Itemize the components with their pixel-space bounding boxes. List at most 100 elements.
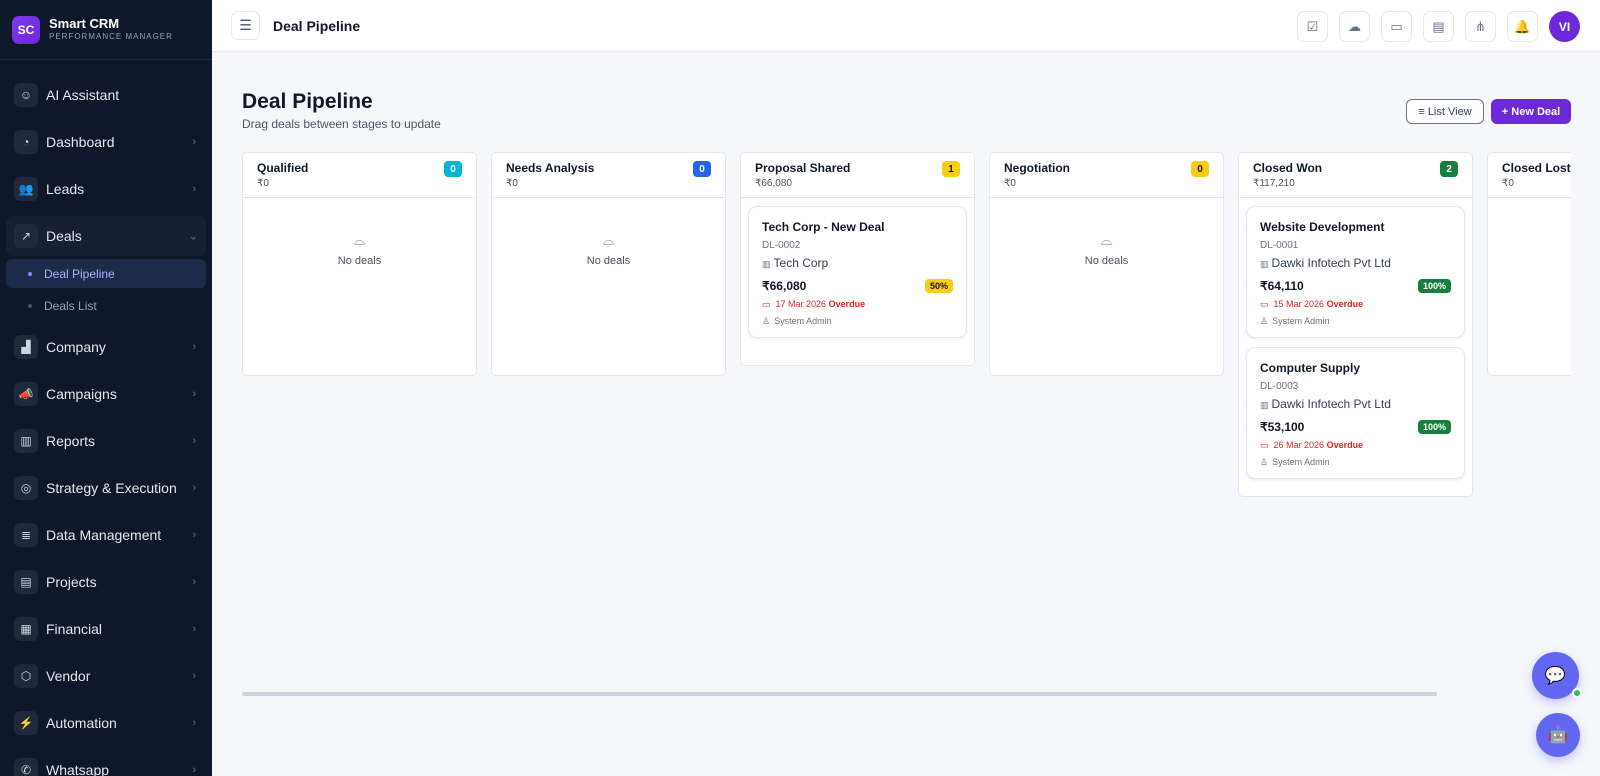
deal-id: DL-0003 — [1260, 381, 1299, 392]
deal-owner: ♙ System Admin — [1260, 457, 1451, 468]
chevron-down-icon: ⌄ — [188, 230, 198, 243]
stage-column[interactable]: Closed Lost ₹0 ⌓No deals — [1487, 152, 1571, 376]
deal-owner-name: System Admin — [774, 316, 832, 326]
list-view-button[interactable]: ≡ List View — [1406, 99, 1484, 124]
stage-drop-zone[interactable]: Website Development DL-0001 ▥ Dawki Infotec… — [1239, 198, 1472, 496]
deal-close-date: ▭ 15 Mar 2026 Overdue — [1260, 299, 1451, 310]
chat-fab-button[interactable]: 💬 — [1532, 652, 1582, 699]
deal-owner: ♙ System Admin — [762, 316, 953, 327]
stage-drop-zone[interactable]: ⌓No deals — [243, 198, 476, 375]
sidebar-item-automation[interactable]: ⚡ Automation › — [0, 699, 212, 746]
empty-state: ⌓ No deals — [997, 206, 1216, 367]
sidebar-item-label: Projects — [46, 573, 97, 590]
gauge-icon: ◔ — [14, 129, 38, 154]
stage-drop-zone[interactable]: Tech Corp - New Deal DL-0002 ▥ Tech Corp ₹66… — [741, 198, 974, 355]
building-icon: ▟ — [14, 334, 38, 359]
stage-drop-zone[interactable]: ⌓ No deals — [492, 198, 725, 375]
stage-column[interactable]: Closed Won ₹117,210 2 Website Development DL… — [1238, 152, 1473, 497]
menu-toggle-button[interactable]: ☰ — [231, 11, 260, 40]
deal-company: ▥ Dawki Infotech Pvt Ltd — [1260, 256, 1451, 270]
bar-chart-icon: ▥ — [14, 428, 38, 453]
chevron-right-icon: › — [192, 434, 196, 447]
chevron-right-icon: › — [192, 716, 196, 729]
tasks-button[interactable]: ☑ — [1297, 11, 1328, 42]
stage-drop-zone[interactable]: ⌓No deals — [1488, 198, 1571, 375]
stage-count-badge: 0 — [444, 161, 462, 177]
deal-close-date: ▭ 26 Mar 2026 Overdue — [1260, 440, 1451, 451]
database-icon: ≣ — [14, 522, 38, 547]
cloud-icon: ☁ — [1348, 18, 1361, 34]
deal-status: Overdue — [1326, 299, 1364, 309]
stage-name: Qualified — [257, 161, 309, 175]
sidebar-item-data-management[interactable]: ≣ Data Management › — [0, 511, 212, 558]
sidebar-item-reports[interactable]: ▥ Reports › — [0, 417, 212, 464]
sidebar-item-projects[interactable]: ▤ Projects › — [0, 558, 212, 605]
sidebar-item-label: Data Management — [46, 526, 162, 543]
receipt-icon: ▦ — [14, 616, 38, 641]
stage-column[interactable]: Negotiation ₹0 0 ⌓ No deals — [989, 152, 1224, 376]
stage-header: Closed Won ₹117,210 2 — [1239, 153, 1472, 198]
calendar-button[interactable]: ▭ — [1381, 11, 1412, 42]
chevron-right-icon: › — [192, 622, 196, 635]
brand-subtitle: PERFORMANCE MANAGER — [49, 32, 173, 41]
calendar-icon: ▭ — [1260, 299, 1269, 309]
chevron-right-icon: › — [192, 763, 196, 776]
deal-card[interactable]: Computer Supply DL-0003 ▥ Dawki Infotech Pv… — [1246, 347, 1465, 479]
chevron-right-icon: › — [192, 135, 196, 148]
stage-column[interactable]: Needs Analysis ₹0 0 ⌓ No deals — [491, 152, 726, 376]
deal-title[interactable]: Tech Corp - New Deal — [762, 220, 953, 234]
sidebar-item-vendor[interactable]: ⬡ Vendor › — [0, 652, 212, 699]
empty-state: ⌓ No deals — [250, 206, 469, 367]
deal-title[interactable]: Computer Supply — [1260, 361, 1451, 375]
chevron-right-icon: › — [192, 340, 196, 353]
user-icon: ♙ — [762, 316, 771, 326]
sidebar-item-campaigns[interactable]: 📣 Campaigns › — [0, 370, 212, 417]
cloud-button[interactable]: ☁ — [1339, 11, 1370, 42]
sidebar-item-label: Whatsapp — [46, 761, 110, 776]
user-avatar[interactable]: VI — [1549, 11, 1580, 42]
page-subtitle: Drag deals between stages to update — [242, 117, 441, 131]
new-deal-button[interactable]: + New Deal — [1491, 99, 1571, 124]
sidebar-item-company[interactable]: ▟ Company › — [0, 323, 212, 370]
stage-amount: ₹0 — [1004, 178, 1016, 189]
sidebar-subitem-deals-list[interactable]: Deals List — [6, 291, 206, 320]
sidebar-item-ai-assistant[interactable]: ☺ AI Assistant — [0, 71, 212, 118]
sidebar-item-label: Financial — [46, 620, 103, 637]
sidebar-item-whatsapp[interactable]: ✆ Whatsapp › — [0, 746, 212, 776]
checkbox-icon: ☑ — [1306, 18, 1319, 34]
users-icon: 👥 — [14, 176, 38, 201]
notes-button[interactable]: ▤ — [1423, 11, 1454, 42]
stage-header: Proposal Shared ₹66,080 1 — [741, 153, 974, 198]
sidebar-subitem-deal-pipeline[interactable]: Deal Pipeline — [6, 259, 206, 288]
stage-column[interactable]: Proposal Shared ₹66,080 1 Tech Corp - New D… — [740, 152, 975, 366]
sidebar-item-deals[interactable]: ↗ Deals ⌄ — [6, 216, 206, 256]
stage-count-badge: 0 — [1191, 161, 1209, 177]
sidebar-item-leads[interactable]: 👥 Leads › — [0, 165, 212, 212]
sidebar-item-financial[interactable]: ▦ Financial › — [0, 605, 212, 652]
stage-name: Proposal Shared — [755, 161, 851, 175]
stage-name: Negotiation — [1004, 161, 1070, 175]
board-horizontal-scrollbar[interactable] — [242, 692, 1437, 696]
sidebar-item-strategy-execution[interactable]: ◎ Strategy & Execution › — [0, 464, 212, 511]
deal-owner-name: System Admin — [1272, 457, 1330, 467]
deal-title[interactable]: Website Development — [1260, 220, 1451, 234]
chevron-right-icon: › — [192, 481, 196, 494]
trend-icon: ↗ — [14, 224, 38, 248]
deal-card[interactable]: Tech Corp - New Deal DL-0002 ▥ Tech Corp ₹66… — [748, 206, 967, 338]
empty-state-text: No deals — [586, 255, 631, 267]
notifications-button[interactable]: 🔔 — [1507, 11, 1538, 42]
brand[interactable]: SC Smart CRM PERFORMANCE MANAGER — [0, 0, 212, 60]
box-icon: ⬡ — [14, 663, 38, 688]
page-title: Deal Pipeline — [242, 90, 373, 113]
deal-company: ▥ Dawki Infotech Pvt Ltd — [1260, 397, 1451, 411]
sidebar-item-dashboard[interactable]: ◔ Dashboard › — [0, 118, 212, 165]
deal-probability-badge: 100% — [1417, 279, 1451, 293]
stage-column[interactable]: Qualified ₹0 0 ⌓ No deals — [242, 152, 477, 376]
building-icon: ▥ — [762, 259, 771, 269]
deal-card[interactable]: Website Development DL-0001 ▥ Dawki Infotec… — [1246, 206, 1465, 338]
ai-bot-fab-button[interactable]: 🤖 — [1536, 713, 1580, 757]
inbox-icon: ⌓ — [602, 232, 615, 248]
org-chart-button[interactable]: ⋔ — [1465, 11, 1496, 42]
stage-count-badge: 2 — [1440, 161, 1458, 177]
stage-drop-zone[interactable]: ⌓No deals — [990, 198, 1223, 375]
